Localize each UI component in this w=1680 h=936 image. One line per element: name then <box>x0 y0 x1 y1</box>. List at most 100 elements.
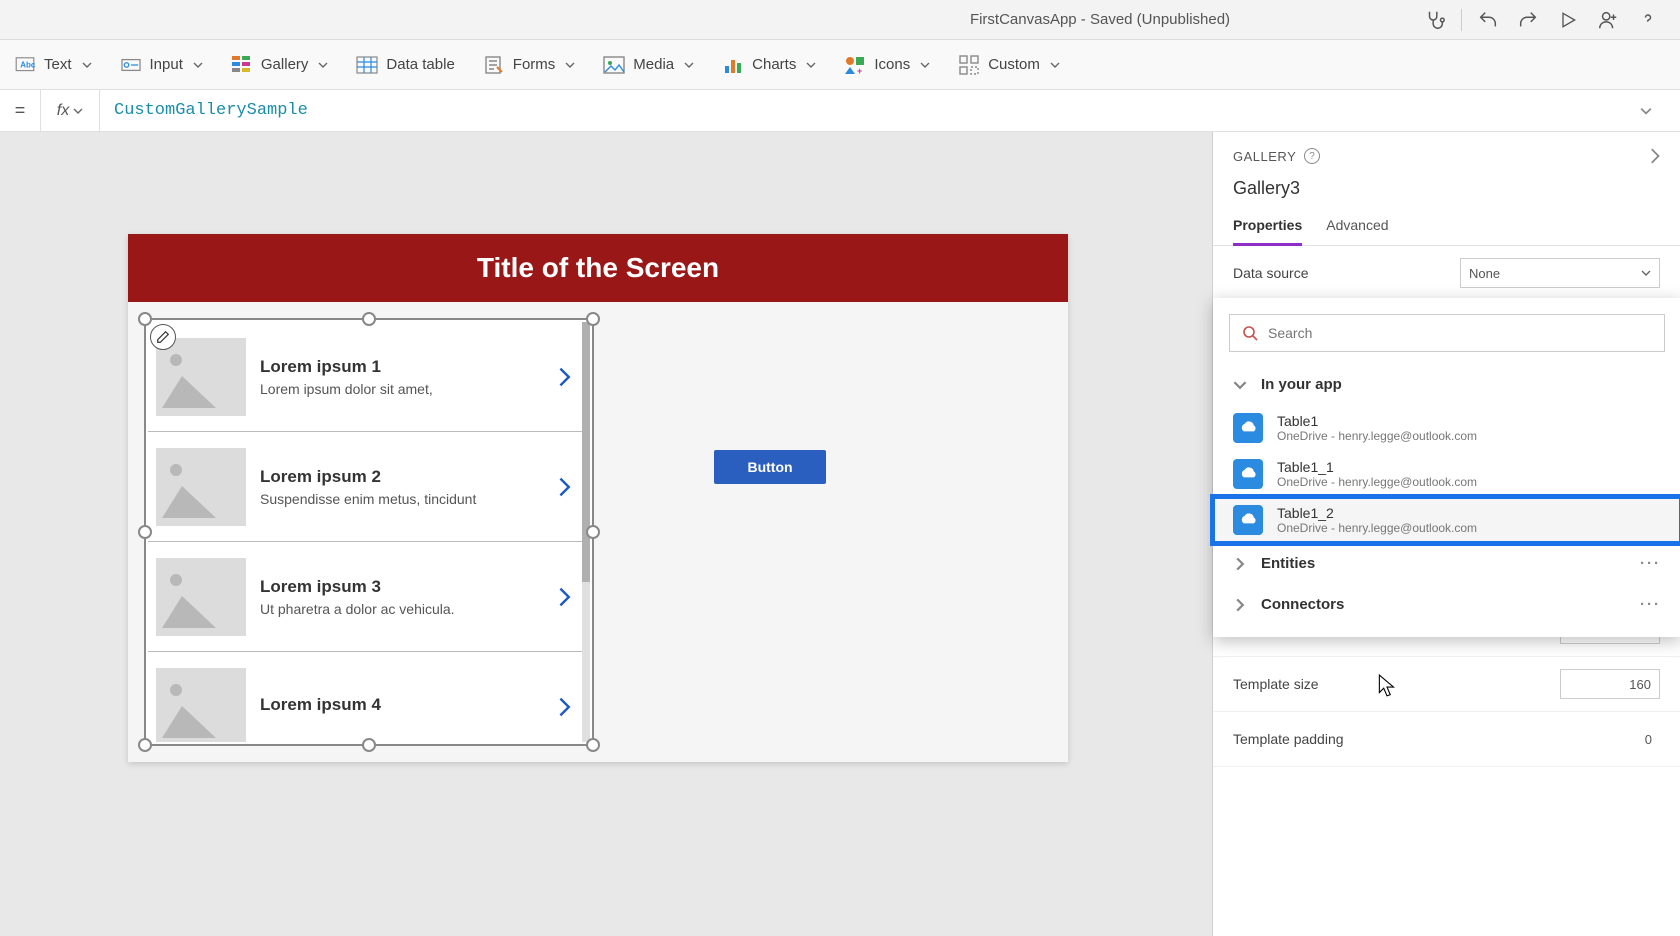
undo-icon[interactable] <box>1468 0 1508 40</box>
resize-handle[interactable] <box>362 738 376 752</box>
redo-icon[interactable] <box>1508 0 1548 40</box>
ribbon-datatable[interactable]: Data table <box>354 50 456 80</box>
gallery-item[interactable]: Lorem ipsum 2 Suspendisse enim metus, ti… <box>148 432 582 542</box>
icons-icon: + <box>844 54 866 76</box>
gallery-item-subtitle: Ut pharetra a dolor ac vehicula. <box>260 601 542 617</box>
ribbon-charts[interactable]: Charts <box>720 50 818 80</box>
datasource-name: Table1_1 <box>1277 459 1477 475</box>
gallery-item-text: Lorem ipsum 4 <box>260 695 542 719</box>
formula-input[interactable] <box>100 90 1640 131</box>
section-label: In your app <box>1261 376 1342 393</box>
chevron-down-icon <box>565 60 575 70</box>
more-icon[interactable]: ··· <box>1640 555 1661 572</box>
image-placeholder-icon <box>156 668 246 743</box>
image-placeholder-icon <box>156 448 246 526</box>
title-bar: FirstCanvasApp - Saved (Unpublished) <box>0 0 1680 40</box>
chevron-down-icon <box>318 60 328 70</box>
equals-label: = <box>0 100 40 121</box>
gallery-item-subtitle: Suspendisse enim metus, tincidunt <box>260 491 542 507</box>
chevron-right-icon[interactable] <box>1648 147 1660 165</box>
formula-bar: = fx <box>0 90 1680 132</box>
resize-handle[interactable] <box>138 738 152 752</box>
canvas-button[interactable]: Button <box>714 450 826 484</box>
more-icon[interactable]: ··· <box>1640 596 1661 613</box>
data-source-popup: In your app Table1 OneDrive - henry.legg… <box>1213 298 1680 637</box>
chevron-down-icon <box>193 60 203 70</box>
chevron-down-icon <box>684 60 694 70</box>
datasource-entry-highlighted[interactable]: Table1_2 OneDrive - henry.legge@outlook.… <box>1213 497 1680 543</box>
gallery-item[interactable]: Lorem ipsum 1 Lorem ipsum dolor sit amet… <box>148 322 582 432</box>
custom-icon <box>958 54 980 76</box>
ribbon-input[interactable]: Input <box>118 50 205 80</box>
tab-properties[interactable]: Properties <box>1233 211 1302 246</box>
insert-ribbon: Abc Text Input Gallery Data table Forms … <box>0 40 1680 90</box>
resize-handle[interactable] <box>138 312 152 326</box>
svg-text:Abc: Abc <box>20 60 35 69</box>
control-name: Gallery3 <box>1213 172 1680 211</box>
gallery-item-title: Lorem ipsum 2 <box>260 467 542 487</box>
search-input[interactable] <box>1268 325 1652 341</box>
chevron-right-icon[interactable] <box>556 585 572 609</box>
design-canvas[interactable]: Title of the Screen Lorem ipsum 1 Lorem … <box>128 234 1068 762</box>
chevron-down-icon <box>82 60 92 70</box>
fx-button[interactable]: fx <box>40 90 100 131</box>
resize-handle[interactable] <box>586 738 600 752</box>
datatable-icon <box>356 54 378 76</box>
chevron-right-icon <box>1233 598 1247 612</box>
datasource-entry[interactable]: Table1_1 OneDrive - henry.legge@outlook.… <box>1213 451 1680 497</box>
canvas-body: Lorem ipsum 1 Lorem ipsum dolor sit amet… <box>128 302 1068 762</box>
section-entities[interactable]: Entities ··· <box>1213 543 1680 584</box>
resize-handle[interactable] <box>362 312 376 326</box>
play-icon[interactable] <box>1548 0 1588 40</box>
gallery-item-title: Lorem ipsum 1 <box>260 357 542 377</box>
charts-icon <box>722 54 744 76</box>
search-box[interactable] <box>1229 314 1665 352</box>
data-source-value: None <box>1469 266 1500 281</box>
template-padding-input[interactable]: 0 <box>1560 724 1660 754</box>
section-connectors[interactable]: Connectors ··· <box>1213 584 1680 625</box>
stethoscope-icon[interactable] <box>1415 0 1455 40</box>
ribbon-text-label: Text <box>44 56 72 73</box>
chevron-right-icon[interactable] <box>556 475 572 499</box>
ribbon-custom[interactable]: Custom <box>956 50 1062 80</box>
ribbon-forms[interactable]: Forms <box>481 50 578 80</box>
gallery-item[interactable]: Lorem ipsum 3 Ut pharetra a dolor ac veh… <box>148 542 582 652</box>
edit-pencil-icon[interactable] <box>150 324 176 350</box>
data-source-select[interactable]: None <box>1460 258 1660 288</box>
share-user-icon[interactable] <box>1588 0 1628 40</box>
properties-panel: GALLERY ? Gallery3 Properties Advanced D… <box>1212 132 1680 936</box>
gallery-item-title: Lorem ipsum 3 <box>260 577 542 597</box>
datasource-sub: OneDrive - henry.legge@outlook.com <box>1277 521 1477 535</box>
scrollbar-thumb[interactable] <box>582 322 590 582</box>
chevron-down-icon <box>920 60 930 70</box>
ribbon-media[interactable]: Media <box>601 50 696 80</box>
tab-advanced[interactable]: Advanced <box>1326 211 1388 245</box>
datasource-name: Table1 <box>1277 413 1477 429</box>
gallery-control[interactable]: Lorem ipsum 1 Lorem ipsum dolor sit amet… <box>144 318 594 746</box>
ribbon-icons[interactable]: + Icons <box>842 50 932 80</box>
panel-tabs: Properties Advanced <box>1213 211 1680 246</box>
template-size-input[interactable]: 160 <box>1560 669 1660 699</box>
ribbon-media-label: Media <box>633 56 674 73</box>
svg-text:+: + <box>857 66 862 75</box>
formula-expand-button[interactable] <box>1640 105 1680 117</box>
chevron-right-icon[interactable] <box>556 695 572 719</box>
chevron-down-icon <box>1233 378 1247 392</box>
help-icon[interactable] <box>1628 0 1668 40</box>
ribbon-gallery[interactable]: Gallery <box>229 50 331 80</box>
onedrive-icon <box>1233 413 1263 443</box>
media-icon <box>603 54 625 76</box>
datasource-entry[interactable]: Table1 OneDrive - henry.legge@outlook.co… <box>1213 405 1680 451</box>
resize-handle[interactable] <box>586 312 600 326</box>
help-circle-icon[interactable]: ? <box>1304 148 1320 164</box>
ribbon-text[interactable]: Abc Text <box>12 50 94 80</box>
gallery-item-title: Lorem ipsum 4 <box>260 695 542 715</box>
resize-handle[interactable] <box>586 525 600 539</box>
gallery-item[interactable]: Lorem ipsum 4 <box>148 652 582 742</box>
row-data-source: Data source None <box>1213 246 1680 301</box>
section-in-your-app[interactable]: In your app <box>1213 364 1680 405</box>
app-title: FirstCanvasApp - Saved (Unpublished) <box>970 11 1230 28</box>
chevron-right-icon[interactable] <box>556 365 572 389</box>
ribbon-charts-label: Charts <box>752 56 796 73</box>
resize-handle[interactable] <box>138 525 152 539</box>
